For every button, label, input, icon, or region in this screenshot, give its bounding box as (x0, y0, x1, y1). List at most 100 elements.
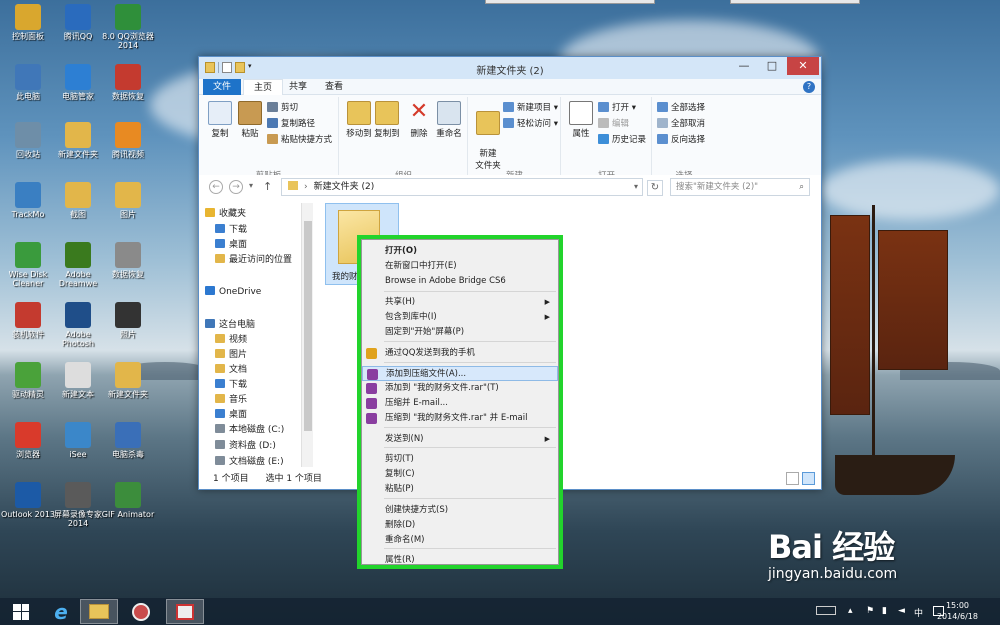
context-menu-item[interactable]: Browse in Adobe Bridge CS6 (362, 274, 558, 289)
paste-shortcut-button[interactable]: 粘贴快捷方式 (267, 133, 332, 147)
context-menu[interactable]: 打开(O) 在新窗口中打开(E) Browse in Adobe Bridge CS… (357, 235, 563, 569)
desktop-icon[interactable]: 回收站 (0, 122, 56, 159)
desktop-icon[interactable]: 截图 (50, 182, 106, 219)
paste-button[interactable]: 粘贴 (233, 101, 267, 139)
context-menu-item[interactable]: 通过QQ发送到我的手机 (362, 346, 558, 361)
select-all-button[interactable]: 全部选择 (657, 101, 705, 115)
refresh-button[interactable]: ↻ (647, 180, 663, 196)
tab-share[interactable]: 共享 (279, 79, 317, 95)
flag-icon[interactable]: ⚑ (866, 606, 878, 616)
nav-item[interactable]: 桌面 (215, 238, 247, 252)
nav-item[interactable]: 文档 (215, 363, 247, 377)
context-menu-item[interactable]: 添加到 "我的财务文件.rar"(T) (362, 381, 558, 396)
nav-item[interactable]: OneDrive (205, 285, 261, 299)
rename-button[interactable]: 重命名 (432, 101, 466, 139)
select-none-button[interactable]: 全部取消 (657, 117, 705, 131)
desktop-icon[interactable]: 数据恢复 (100, 64, 156, 101)
nav-item[interactable]: 资料盘 (D:) (215, 439, 276, 453)
nav-scrollbar[interactable] (301, 203, 313, 467)
details-view-icon[interactable] (786, 472, 799, 485)
desktop-icon[interactable]: 新建文本 (50, 362, 106, 399)
open-button[interactable]: 打开 ▾ (598, 101, 636, 115)
desktop-icon[interactable]: 控制面板 (0, 4, 56, 41)
help-icon[interactable]: ? (803, 81, 815, 93)
context-menu-item[interactable]: 包含到库中(I) ▶ (362, 310, 558, 325)
edit-button[interactable]: 编辑 (598, 117, 629, 131)
context-menu-item[interactable]: 压缩到 "我的财务文件.rar" 并 E-mail (362, 411, 558, 426)
context-menu-item[interactable]: 打开(O) (362, 244, 558, 259)
search-icon[interactable]: ⌕ (799, 179, 804, 195)
forward-button[interactable]: → (229, 180, 243, 194)
cut-button[interactable]: 剪切 (267, 101, 298, 115)
desktop-icon[interactable]: 新建文件夹 (100, 362, 156, 399)
nav-item[interactable]: 桌面 (215, 408, 247, 422)
taskbar-app-2[interactable] (122, 599, 160, 624)
desktop-icon[interactable]: 浏览器 (0, 422, 56, 459)
desktop-icon[interactable]: iSee (50, 422, 106, 459)
nav-item[interactable]: 音乐 (215, 393, 247, 407)
desktop-icon[interactable]: 新建文件夹 (50, 122, 106, 159)
context-menu-item[interactable]: 创建快捷方式(S) (362, 503, 558, 518)
navigation-pane[interactable]: 收藏夹 下载 桌面 最近访问的位置 OneDrive 这台电脑 视频 图片 文档 下载 音乐 桌面 本地… (199, 203, 313, 467)
context-menu-item[interactable]: 共享(H) ▶ (362, 295, 558, 310)
desktop-icon[interactable]: 驱动精灵 (0, 362, 56, 399)
desktop-icon[interactable]: Adobe Dreamwe (50, 242, 106, 288)
context-menu-item[interactable]: 粘贴(P) (362, 482, 558, 497)
taskbar-app-3[interactable] (166, 599, 204, 624)
nav-item[interactable]: 文档磁盘 (E:) (215, 455, 284, 469)
taskbar-ie[interactable]: e (42, 599, 80, 624)
new-item-button[interactable]: 新建项目 ▾ (503, 101, 558, 115)
copy-to-button[interactable]: 复制到 (370, 101, 404, 139)
desktop-icon[interactable]: 屏幕录像专家 2014 (50, 482, 106, 528)
minimize-button[interactable]: — (731, 57, 757, 75)
context-menu-item[interactable]: 添加到压缩文件(A)... (362, 366, 558, 381)
context-menu-item[interactable]: 重命名(M) (362, 533, 558, 548)
desktop-icon[interactable]: Adobe Photosh (50, 302, 106, 348)
nav-item[interactable]: 本地磁盘 (C:) (215, 423, 284, 437)
copy-button[interactable]: 复制 (203, 101, 237, 139)
desktop-icon[interactable]: 此电脑 (0, 64, 56, 101)
address-dropdown-icon[interactable]: ▾ (634, 179, 638, 195)
desktop-icon[interactable]: Outlook 2013 (0, 482, 56, 519)
nav-item[interactable]: 下载 (215, 378, 247, 392)
desktop-icon[interactable]: Wise Disk Cleaner (0, 242, 56, 288)
invert-selection-button[interactable]: 反向选择 (657, 133, 705, 147)
tab-view[interactable]: 查看 (315, 79, 353, 95)
desktop-icon[interactable]: TrackMo (0, 182, 56, 219)
start-button[interactable] (2, 599, 40, 624)
nav-item[interactable]: 这台电脑 (205, 318, 255, 332)
desktop-icon[interactable]: 图片 (100, 182, 156, 219)
desktop-icon[interactable]: 装机软件 (0, 302, 56, 339)
copy-path-button[interactable]: 复制路径 (267, 117, 315, 131)
clock[interactable]: 15:00 2014/6/18 (937, 600, 978, 622)
back-button[interactable]: ← (209, 180, 223, 194)
taskbar-explorer[interactable] (80, 599, 118, 624)
large-icons-view-icon[interactable] (802, 472, 815, 485)
close-button[interactable]: ✕ (787, 57, 819, 75)
scrollbar-thumb[interactable] (304, 221, 312, 431)
up-arrow-icon[interactable]: ↑ (263, 180, 272, 193)
desktop-icon[interactable]: 腾讯QQ (50, 4, 106, 41)
nav-item[interactable]: 视频 (215, 333, 247, 347)
delete-button[interactable]: ✕ 删除 (402, 101, 436, 140)
desktop-icon[interactable]: GIF Animator (100, 482, 156, 519)
tab-file[interactable]: 文件 (203, 79, 242, 95)
context-menu-item[interactable]: 剪切(T) (362, 452, 558, 467)
desktop-icon[interactable]: 数据恢复 (100, 242, 156, 279)
easy-access-button[interactable]: 轻松访问 ▾ (503, 117, 558, 131)
nav-item[interactable]: 收藏夹 (205, 207, 246, 221)
search-input[interactable]: 搜索"新建文件夹 (2)" ⌕ (670, 178, 810, 196)
context-menu-item[interactable]: 在新窗口中打开(E) (362, 259, 558, 274)
context-menu-item[interactable]: 发送到(N) ▶ (362, 432, 558, 447)
title-bar[interactable]: ▾ 新建文件夹 (2) — □ ✕ (199, 57, 821, 79)
address-bar[interactable]: › 新建文件夹 (2) ▾ (281, 178, 643, 196)
properties-button[interactable]: 属性 (564, 101, 598, 139)
keyboard-icon[interactable] (816, 606, 836, 615)
desktop-icon[interactable]: 腾讯视频 (100, 122, 156, 159)
recent-chevron-icon[interactable]: ▾ (249, 181, 253, 190)
context-menu-item[interactable]: 固定到"开始"屏幕(P) (362, 325, 558, 340)
context-menu-item[interactable]: 压缩并 E-mail... (362, 396, 558, 411)
desktop-icon[interactable]: 8.0 QQ浏览器 2014 (100, 4, 156, 50)
desktop-icon[interactable]: 电脑杀毒 (100, 422, 156, 459)
desktop-icon[interactable]: 电脑管家 (50, 64, 106, 101)
